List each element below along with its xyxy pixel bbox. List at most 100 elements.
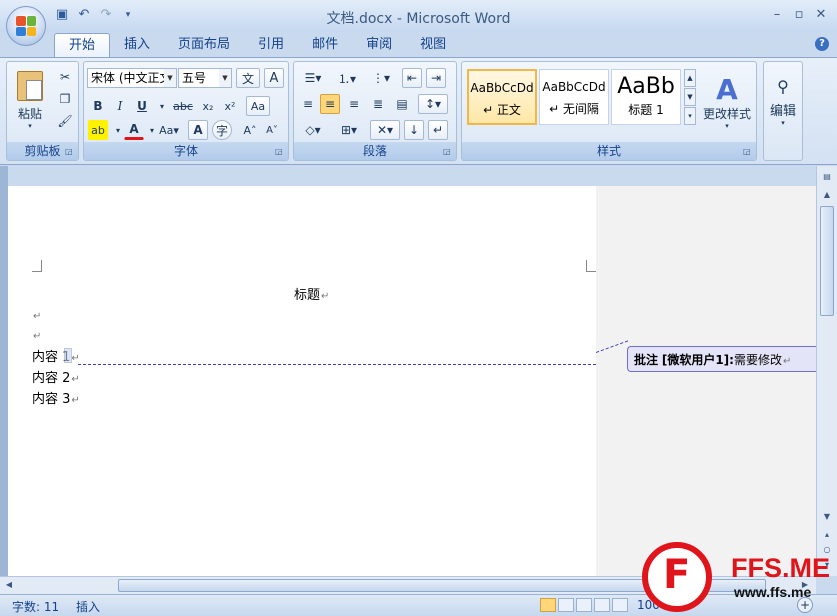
tab-mailings[interactable]: 邮件: [298, 33, 352, 58]
ribbon: 粘贴 ▾ ✂ ❐ 🖌 剪贴板 ◲ 宋体 (中文正文) ▼ 五号 ▼ 文 A B …: [0, 57, 837, 165]
tab-page-layout[interactable]: 页面布局: [164, 33, 244, 58]
character-border-icon[interactable]: A: [264, 68, 284, 88]
highlight-icon[interactable]: ab: [88, 120, 108, 140]
office-button[interactable]: [6, 6, 46, 46]
change-styles-button[interactable]: A 更改样式 ▾: [700, 68, 754, 136]
align-right-icon[interactable]: ≡: [344, 94, 364, 114]
title-bar: ▣ ↶ ↷ ▾ 文档.docx - Microsoft Word – ▫ ✕: [0, 0, 837, 32]
comment-balloon[interactable]: 批注 [微软用户1]:需要修改↵: [627, 346, 816, 372]
font-name-select[interactable]: 宋体 (中文正文) ▼: [87, 68, 177, 88]
style-no-spacing[interactable]: AaBbCcDd ↵ 无间隔: [539, 69, 609, 125]
styles-group-label: 样式: [462, 142, 756, 160]
empty-paragraph[interactable]: ↵: [32, 328, 41, 343]
previous-page-icon[interactable]: ▴: [820, 528, 834, 542]
font-group-label: 字体: [84, 142, 288, 160]
vertical-scrollbar[interactable]: ▤ ▲ ▼ ▴ ○ ▾: [816, 166, 837, 576]
font-color-icon[interactable]: A: [124, 120, 144, 140]
scroll-left-icon[interactable]: ◀: [2, 578, 16, 592]
document-page[interactable]: 标题↵ ↵ ↵ 内容 1↵ 内容 2↵ 内容 3↵: [8, 186, 596, 576]
print-layout-icon[interactable]: [540, 598, 556, 612]
paragraph-group: ☰▾ ⒈▾ ⋮▾ ⇤ ⇥ ≡ ≡ ≡ ≣ ▤ ↕▾ ◇▾ ⊞▾ ✕▾ ↓ ↵ 段…: [293, 61, 457, 161]
minimize-button[interactable]: –: [766, 6, 788, 24]
style-heading-1[interactable]: AaBb 标题 1: [611, 69, 681, 125]
window-title: 文档.docx - Microsoft Word: [326, 11, 511, 27]
clear-formatting-icon[interactable]: Aa: [246, 96, 270, 116]
strikethrough-button[interactable]: abc: [170, 96, 196, 116]
distributed-icon[interactable]: ▤: [392, 94, 412, 114]
chevron-down-icon: ▼: [164, 69, 176, 87]
watermark-url: www.ffs.me: [734, 584, 812, 600]
styles-launcher-icon[interactable]: ◲: [743, 147, 753, 157]
margin-corner-top-right: [586, 260, 596, 272]
close-button[interactable]: ✕: [810, 6, 832, 24]
word-count[interactable]: 字数: 11: [12, 598, 59, 615]
underline-dropdown-icon[interactable]: ▾: [152, 96, 172, 116]
empty-paragraph[interactable]: ↵: [32, 308, 41, 323]
bold-button[interactable]: B: [88, 96, 108, 116]
bullets-icon[interactable]: ☰▾: [298, 68, 328, 88]
ruler-toggle-icon[interactable]: ▤: [820, 170, 834, 184]
underline-button[interactable]: U: [132, 96, 152, 116]
phonetic-guide-icon[interactable]: 文: [236, 68, 260, 88]
increase-indent-icon[interactable]: ⇥: [426, 68, 446, 88]
maximize-button[interactable]: ▫: [788, 6, 810, 24]
tab-home[interactable]: 开始: [54, 33, 111, 58]
styles-scroll-up-icon[interactable]: ▲: [684, 69, 696, 87]
font-group: 宋体 (中文正文) ▼ 五号 ▼ 文 A B I U ▾ abc x₂ x² A…: [83, 61, 289, 161]
tab-insert[interactable]: 插入: [110, 33, 164, 58]
align-left-icon[interactable]: ≡: [298, 94, 318, 114]
italic-button[interactable]: I: [110, 96, 130, 116]
document-title[interactable]: 标题↵: [294, 284, 329, 303]
insert-mode[interactable]: 插入: [76, 598, 100, 615]
outline-icon[interactable]: [594, 598, 610, 612]
shrink-font-icon[interactable]: A˅: [262, 120, 282, 140]
show-marks-icon[interactable]: ↵: [428, 120, 448, 140]
chinese-layout-icon[interactable]: ✕▾: [370, 120, 400, 140]
tab-references[interactable]: 引用: [244, 33, 298, 58]
styles-scroll-down-icon[interactable]: ▼: [684, 88, 696, 106]
cut-icon[interactable]: ✂: [55, 67, 75, 87]
grow-font-icon[interactable]: A˄: [240, 120, 260, 140]
content-line-3[interactable]: 内容 3↵: [32, 388, 80, 407]
borders-icon[interactable]: ⊞▾: [334, 120, 364, 140]
draft-icon[interactable]: [612, 598, 628, 612]
justify-icon[interactable]: ≣: [368, 94, 388, 114]
multilevel-list-icon[interactable]: ⋮▾: [366, 68, 396, 88]
character-shading-icon[interactable]: A: [188, 120, 208, 140]
font-launcher-icon[interactable]: ◲: [275, 147, 285, 157]
subscript-button[interactable]: x₂: [198, 96, 218, 116]
superscript-button[interactable]: x²: [220, 96, 240, 116]
content-line-2[interactable]: 内容 2↵: [32, 367, 80, 386]
shading-icon[interactable]: ◇▾: [298, 120, 328, 140]
tab-review[interactable]: 审阅: [352, 33, 406, 58]
style-normal[interactable]: AaBbCcDd ↵ 正文: [467, 69, 537, 125]
content-line-1[interactable]: 内容 1↵: [32, 346, 80, 365]
decrease-indent-icon[interactable]: ⇤: [402, 68, 422, 88]
editing-button[interactable]: ⚲ 编辑 ▾: [766, 68, 800, 136]
comment-connector-line: [78, 364, 596, 365]
top-margin-strip: [8, 166, 816, 186]
copy-icon[interactable]: ❐: [55, 89, 75, 109]
font-size-select[interactable]: 五号 ▼: [178, 68, 232, 88]
paragraph-launcher-icon[interactable]: ◲: [443, 147, 453, 157]
scroll-up-icon[interactable]: ▲: [820, 188, 834, 202]
vertical-scroll-thumb[interactable]: [820, 206, 834, 316]
scroll-down-icon[interactable]: ▼: [820, 510, 834, 524]
enclose-characters-icon[interactable]: 字: [212, 120, 232, 140]
format-painter-icon[interactable]: 🖌: [55, 111, 75, 131]
web-layout-icon[interactable]: [576, 598, 592, 612]
full-screen-reading-icon[interactable]: [558, 598, 574, 612]
change-case-icon[interactable]: Aa▾: [156, 120, 182, 140]
help-icon[interactable]: ?: [815, 37, 829, 51]
tab-view[interactable]: 视图: [406, 33, 460, 58]
clipboard-launcher-icon[interactable]: ◲: [65, 147, 75, 157]
margin-corner-top-left: [32, 260, 42, 272]
paste-button[interactable]: 粘贴 ▾: [13, 68, 47, 132]
align-center-icon[interactable]: ≡: [320, 94, 340, 114]
styles-more-icon[interactable]: ▾: [684, 107, 696, 125]
numbering-icon[interactable]: ⒈▾: [332, 68, 362, 88]
line-spacing-icon[interactable]: ↕▾: [418, 94, 448, 114]
chevron-down-icon: ▼: [219, 69, 231, 87]
editing-group: ⚲ 编辑 ▾: [763, 61, 803, 161]
sort-icon[interactable]: ↓: [404, 120, 424, 140]
